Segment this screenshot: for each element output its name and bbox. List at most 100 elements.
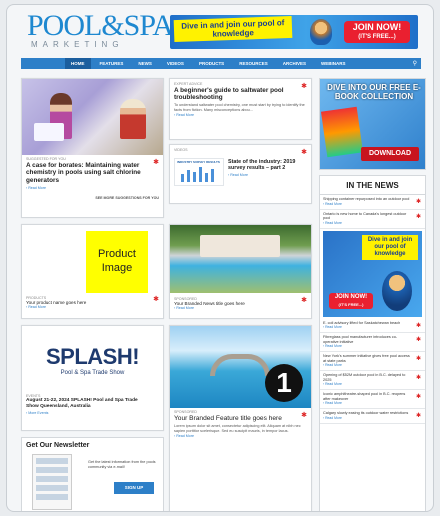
- nav-resources[interactable]: RESOURCES: [233, 58, 274, 69]
- page: POOL&SPA MARKETING Dive in and join our …: [6, 4, 434, 512]
- card-industry-survey[interactable]: VIDEOS INDUSTRY SURVEY RESULTS State of …: [169, 144, 312, 204]
- news-title[interactable]: Ontario is new home to Canada's longest …: [323, 212, 411, 221]
- news-item[interactable]: New York's summer initiative gives free …: [320, 352, 425, 371]
- read-more-link[interactable]: › Read More: [323, 221, 411, 225]
- news-item[interactable]: Calgary slowly easing its outdoor water …: [320, 409, 425, 424]
- pin-icon[interactable]: ✱: [416, 336, 421, 343]
- read-more-link[interactable]: › Read More: [228, 173, 300, 177]
- thumb-bar: [181, 174, 184, 182]
- news-item[interactable]: Iconic amphitheatre-shaped pool in B.C. …: [320, 390, 425, 409]
- news-sidebar: IN THE NEWS Shipping container repurpose…: [319, 175, 426, 511]
- thumb-bar: [193, 172, 196, 182]
- product-image-placeholder[interactable]: Product Image: [86, 231, 148, 293]
- card-branded-feature[interactable]: 1 SPONSORED Your Branded Feature title g…: [169, 325, 312, 511]
- pin-icon[interactable]: ✱: [301, 148, 307, 156]
- read-more-link[interactable]: › Read More: [323, 344, 411, 348]
- read-more-link[interactable]: › Read More: [174, 113, 307, 117]
- nav-products[interactable]: PRODUCTS: [193, 58, 230, 69]
- pin-icon[interactable]: ✱: [416, 374, 421, 381]
- read-more-link[interactable]: › Read More: [323, 416, 411, 420]
- pin-icon[interactable]: ✱: [416, 355, 421, 362]
- person-2: [120, 99, 146, 139]
- read-more-link[interactable]: › Read More: [323, 363, 411, 367]
- card-tag: VIDEOS: [174, 148, 188, 152]
- nav-news[interactable]: NEWS: [132, 58, 158, 69]
- card-saltwater[interactable]: EXPERT ADVICE A beginner's guide to salt…: [169, 78, 312, 140]
- news-item[interactable]: Opening of $52M outdoor pool in B.C. del…: [320, 371, 425, 390]
- header-join-banner[interactable]: Dive in and join our pool of knowledge J…: [170, 15, 418, 49]
- more-events-link[interactable]: › More Events: [26, 411, 146, 415]
- card-title[interactable]: A beginner's guide to saltwater pool tro…: [174, 87, 307, 102]
- card-tag: SPONSORED: [174, 410, 197, 414]
- nav-features[interactable]: FEATURES: [94, 58, 130, 69]
- search-icon[interactable]: ⚲: [413, 60, 417, 67]
- news-title[interactable]: Opening of $52M outdoor pool in B.C. del…: [323, 373, 411, 382]
- join-now-label: JOIN NOW!: [334, 293, 368, 300]
- thumb-line: [36, 458, 68, 464]
- card-image-people: [22, 79, 163, 155]
- card-tag: EXPERT ADVICE: [174, 82, 203, 86]
- card-product[interactable]: Product Image PRODUCTS Your product name…: [21, 224, 164, 319]
- pin-icon[interactable]: ✱: [416, 393, 421, 400]
- download-button[interactable]: DOWNLOAD: [361, 147, 419, 161]
- thumb-bar: [205, 173, 208, 182]
- read-more-link[interactable]: › Read More: [26, 305, 86, 309]
- banner-text: Dive in and join our pool of knowledge: [173, 15, 293, 43]
- swimmer-image: [310, 19, 332, 45]
- card-title[interactable]: August 21-22, 2024 SPLASH! Pool and Spa …: [26, 398, 146, 409]
- news-item[interactable]: Fibreglass pool manufacturer introduces …: [320, 333, 425, 352]
- nav-home[interactable]: HOME: [65, 58, 91, 69]
- news-title[interactable]: Iconic amphitheatre-shaped pool in B.C. …: [323, 392, 411, 401]
- read-more-link[interactable]: › Read More: [323, 401, 411, 405]
- thumb-line: [36, 494, 68, 500]
- pin-icon[interactable]: ✱: [416, 322, 421, 329]
- card-splash-event[interactable]: SPLASH! Pool & Spa Trade Show EVENTS Aug…: [21, 325, 164, 431]
- read-more-link[interactable]: › Read More: [174, 306, 245, 310]
- survey-caption: INDUSTRY SURVEY RESULTS: [177, 160, 220, 164]
- newsletter-title: Get Our Newsletter: [26, 442, 90, 449]
- news-title[interactable]: Shipping container repurposed into an ou…: [323, 197, 411, 202]
- news-item[interactable]: Shipping container repurposed into an ou…: [320, 195, 425, 210]
- sign-up-button[interactable]: SIGN UP: [114, 482, 154, 494]
- news-join-banner[interactable]: Dive in and join our pool of knowledge J…: [323, 230, 422, 317]
- ebook-banner[interactable]: DIVE INTO OUR FREE E-BOOK COLLECTION DOW…: [319, 78, 426, 170]
- join-now-button[interactable]: JOIN NOW! (IT'S FREE...): [329, 292, 373, 309]
- nav-webinars[interactable]: WEBINARS: [315, 58, 352, 69]
- chemical-tub: [34, 123, 64, 141]
- read-more-link[interactable]: › Read More: [323, 202, 411, 206]
- card-borates[interactable]: SUGGESTED FOR YOU A case for borates: Ma…: [21, 78, 164, 218]
- news-item[interactable]: E. coli advisory lifted for Saskatchewan…: [320, 319, 425, 333]
- site-logo[interactable]: POOL&SPA MARKETING: [27, 11, 174, 50]
- card-title[interactable]: State of the industry: 2019 survey resul…: [228, 159, 300, 171]
- pin-icon[interactable]: ✱: [416, 213, 421, 220]
- read-more-link[interactable]: › Read More: [26, 186, 159, 190]
- pin-icon[interactable]: ✱: [301, 411, 307, 419]
- card-title[interactable]: Your Branded Feature title goes here: [174, 415, 307, 423]
- pin-icon[interactable]: ✱: [301, 296, 307, 304]
- thumb-line: [36, 476, 68, 482]
- news-title[interactable]: Calgary slowly easing its outdoor water …: [323, 411, 411, 416]
- card-sponsored-news[interactable]: SPONSORED Your Branded News title goes h…: [169, 224, 312, 319]
- card-image-pool-slide: 1: [170, 326, 311, 408]
- news-item[interactable]: Ontario is new home to Canada's longest …: [320, 210, 425, 229]
- read-more-link[interactable]: › Read More: [323, 382, 411, 386]
- nav-archives[interactable]: ARCHIVES: [277, 58, 312, 69]
- pin-icon[interactable]: ✱: [416, 412, 421, 419]
- card-tag: SUGGESTED FOR YOU: [26, 157, 66, 161]
- survey-thumbnail[interactable]: INDUSTRY SURVEY RESULTS: [174, 158, 224, 186]
- news-title[interactable]: Fibreglass pool manufacturer introduces …: [323, 335, 411, 344]
- swimmer-image: [382, 270, 412, 311]
- newsletter-text: Get the latest information from the pool…: [88, 460, 156, 469]
- pin-icon[interactable]: ✱: [301, 82, 307, 90]
- nav-videos[interactable]: VIDEOS: [161, 58, 190, 69]
- see-more-suggestions-link[interactable]: SEE MORE SUGGESTIONS FOR YOU: [26, 196, 159, 200]
- read-more-link[interactable]: › Read More: [174, 434, 307, 438]
- card-title[interactable]: A case for borates: Maintaining water ch…: [26, 162, 159, 184]
- read-more-link[interactable]: › Read More: [323, 325, 411, 329]
- splash-logo-big: SPLASH!: [45, 344, 140, 369]
- news-title[interactable]: New York's summer initiative gives free …: [323, 354, 411, 363]
- pin-icon[interactable]: ✱: [153, 158, 159, 166]
- pin-icon[interactable]: ✱: [416, 198, 421, 205]
- pin-icon[interactable]: ✱: [153, 295, 159, 303]
- join-now-button[interactable]: JOIN NOW! (IT'S FREE...): [344, 21, 410, 43]
